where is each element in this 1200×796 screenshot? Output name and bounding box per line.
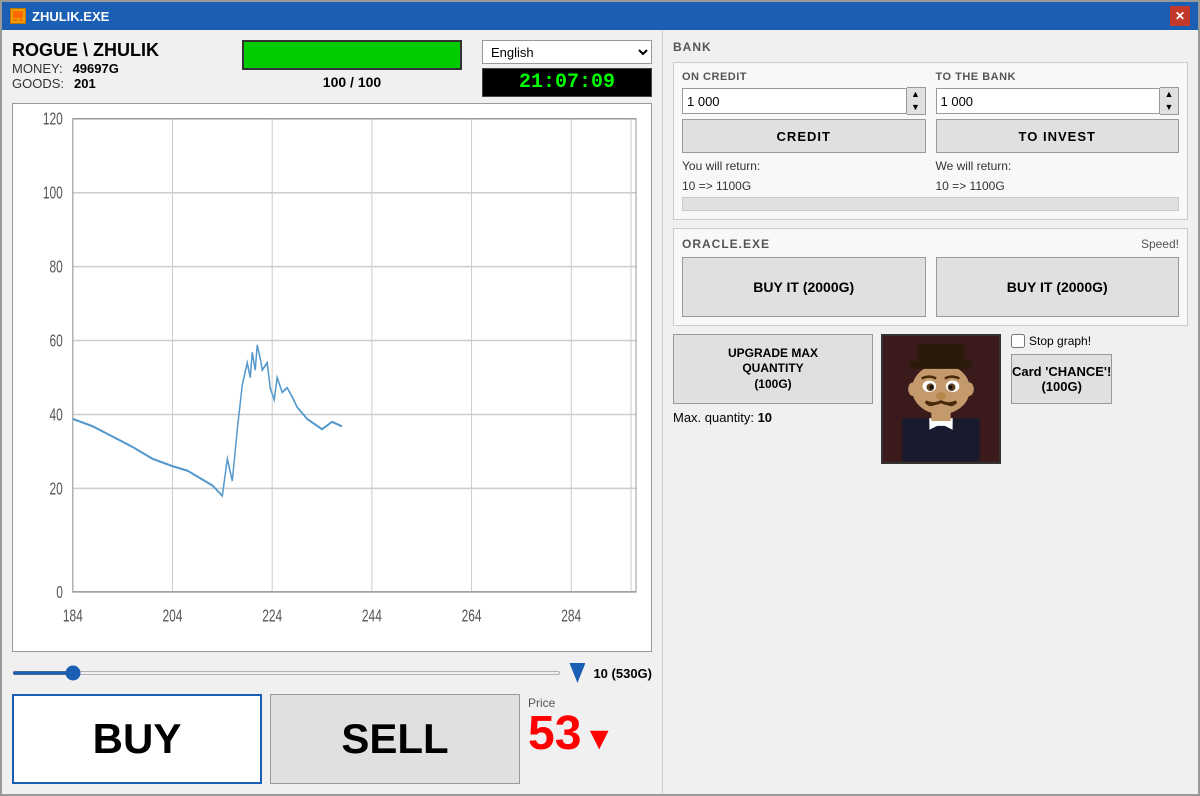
svg-text:80: 80 bbox=[50, 257, 63, 277]
health-bar-container bbox=[242, 40, 462, 70]
quantity-slider[interactable] bbox=[12, 671, 561, 675]
portrait-svg bbox=[883, 336, 999, 462]
slider-indicator bbox=[569, 663, 585, 683]
on-credit-input[interactable] bbox=[682, 88, 907, 114]
health-bar bbox=[244, 42, 460, 68]
header-row: ROGUE \ ZHULIK MONEY: 49697G GOODS: 201 … bbox=[12, 40, 652, 97]
merchant-portrait bbox=[881, 334, 1001, 464]
health-text: 100 / 100 bbox=[242, 74, 462, 90]
stop-graph-label: Stop graph! bbox=[1029, 334, 1091, 348]
chart-container: 120 100 80 60 40 20 0 184 204 224 244 26… bbox=[12, 103, 652, 652]
price-value: 53 bbox=[528, 710, 581, 758]
max-qty-label: Max. quantity: bbox=[673, 410, 754, 425]
credit-return-text: You will return: bbox=[682, 159, 926, 173]
invest-button[interactable]: TO INVEST bbox=[936, 119, 1180, 153]
svg-text:284: 284 bbox=[561, 606, 581, 626]
lang-timer-section: English Russian 21:07:09 bbox=[472, 40, 652, 97]
timer-display: 21:07:09 bbox=[482, 68, 652, 97]
svg-text:264: 264 bbox=[462, 606, 482, 626]
credit-button[interactable]: CREDIT bbox=[682, 119, 926, 153]
chance-button[interactable]: Card 'CHANCE'! (100G) bbox=[1011, 354, 1112, 404]
chance-label: Card 'CHANCE'! (100G) bbox=[1012, 364, 1111, 394]
speed-label: Speed! bbox=[1141, 237, 1179, 251]
slider-value: 10 (530G) bbox=[593, 666, 652, 681]
svg-text:224: 224 bbox=[262, 606, 282, 626]
invest-return-text: We will return: bbox=[936, 159, 1180, 173]
upgrade-button[interactable]: UPGRADE MAX QUANTITY (100G) bbox=[673, 334, 873, 404]
max-qty-value: 10 bbox=[758, 410, 772, 425]
bottom-left-col: UPGRADE MAX QUANTITY (100G) Max. quantit… bbox=[673, 334, 873, 425]
svg-text:204: 204 bbox=[163, 606, 183, 626]
to-bank-col: TO THE BANK ▲ ▼ TO INVEST We will return… bbox=[936, 71, 1180, 193]
portrait-area: Stop graph! Card 'CHANCE'! (100G) bbox=[881, 334, 1112, 464]
svg-text:0: 0 bbox=[56, 583, 63, 603]
oracle-label: ORACLE.EXE bbox=[682, 237, 770, 251]
player-name: ROGUE \ ZHULIK bbox=[12, 40, 232, 61]
goods-value: 201 bbox=[74, 76, 96, 91]
stop-graph-row: Stop graph! bbox=[1011, 334, 1112, 348]
on-credit-col: ON CREDIT ▲ ▼ CREDIT You will return: 10… bbox=[682, 71, 926, 193]
player-info: ROGUE \ ZHULIK MONEY: 49697G GOODS: 201 bbox=[12, 40, 232, 91]
upgrade-label: UPGRADE MAX QUANTITY (100G) bbox=[728, 346, 818, 391]
on-credit-down[interactable]: ▼ bbox=[907, 101, 925, 114]
bank-columns: ON CREDIT ▲ ▼ CREDIT You will return: 10… bbox=[682, 71, 1179, 193]
svg-text:60: 60 bbox=[50, 331, 63, 351]
svg-text:120: 120 bbox=[43, 109, 63, 129]
max-qty-display: Max. quantity: 10 bbox=[673, 410, 873, 425]
to-bank-spinner: ▲ ▼ bbox=[936, 87, 1180, 115]
right-panel: BANK ON CREDIT ▲ ▼ CREDIT bbox=[662, 30, 1198, 794]
to-bank-spinners: ▲ ▼ bbox=[1160, 87, 1179, 115]
invest-return-detail: 10 => 1100G bbox=[936, 179, 1180, 193]
to-bank-up[interactable]: ▲ bbox=[1160, 88, 1178, 101]
bank-label: BANK bbox=[673, 40, 1188, 54]
credit-return-detail: 10 => 1100G bbox=[682, 179, 926, 193]
bank-progress-bar bbox=[682, 197, 1179, 211]
health-section: 100 / 100 bbox=[242, 40, 462, 90]
oracle-buttons: BUY IT (2000G) BUY IT (2000G) bbox=[682, 257, 1179, 317]
svg-text:244: 244 bbox=[362, 606, 382, 626]
close-button[interactable]: ✕ bbox=[1170, 6, 1190, 26]
oracle-btn-1[interactable]: BUY IT (2000G) bbox=[682, 257, 926, 317]
svg-text:40: 40 bbox=[50, 405, 63, 425]
goods-label: GOODS: bbox=[12, 76, 64, 91]
svg-text:20: 20 bbox=[50, 479, 63, 499]
money-label: MONEY: bbox=[12, 61, 63, 76]
to-bank-down[interactable]: ▼ bbox=[1160, 101, 1178, 114]
main-window: ZHULIK.EXE ✕ ROGUE \ ZHULIK MONEY: 49697… bbox=[0, 0, 1200, 796]
sell-button[interactable]: SELL bbox=[270, 694, 520, 784]
bank-section: ON CREDIT ▲ ▼ CREDIT You will return: 10… bbox=[673, 62, 1188, 220]
buy-sell-row: BUY SELL Price 53 ▼ bbox=[12, 694, 652, 784]
stop-graph-checkbox[interactable] bbox=[1011, 334, 1025, 348]
language-select[interactable]: English Russian bbox=[482, 40, 652, 64]
slider-row: 10 (530G) bbox=[12, 658, 652, 688]
on-credit-spinner: ▲ ▼ bbox=[682, 87, 926, 115]
on-credit-spinners: ▲ ▼ bbox=[907, 87, 926, 115]
oracle-header: ORACLE.EXE Speed! bbox=[682, 237, 1179, 251]
titlebar: ZHULIK.EXE ✕ bbox=[2, 2, 1198, 30]
stop-and-chance: Stop graph! Card 'CHANCE'! (100G) bbox=[1011, 334, 1112, 404]
price-display: Price 53 ▼ bbox=[528, 694, 652, 784]
main-content: ROGUE \ ZHULIK MONEY: 49697G GOODS: 201 … bbox=[2, 30, 1198, 794]
to-bank-input[interactable] bbox=[936, 88, 1161, 114]
left-panel: ROGUE \ ZHULIK MONEY: 49697G GOODS: 201 … bbox=[2, 30, 662, 794]
oracle-section: ORACLE.EXE Speed! BUY IT (2000G) BUY IT … bbox=[673, 228, 1188, 326]
window-title: ZHULIK.EXE bbox=[32, 9, 109, 24]
price-chart: 120 100 80 60 40 20 0 184 204 224 244 26… bbox=[13, 104, 651, 651]
price-arrow: ▼ bbox=[583, 722, 615, 754]
oracle-btn-2[interactable]: BUY IT (2000G) bbox=[936, 257, 1180, 317]
to-bank-label: TO THE BANK bbox=[936, 71, 1180, 83]
on-credit-up[interactable]: ▲ bbox=[907, 88, 925, 101]
buy-button[interactable]: BUY bbox=[12, 694, 262, 784]
bottom-right-col: Stop graph! Card 'CHANCE'! (100G) bbox=[881, 334, 1188, 464]
money-value: 49697G bbox=[73, 61, 119, 76]
svg-text:100: 100 bbox=[43, 183, 63, 203]
bottom-right: UPGRADE MAX QUANTITY (100G) Max. quantit… bbox=[673, 334, 1188, 784]
app-icon bbox=[10, 8, 26, 24]
goods-stat: GOODS: 201 bbox=[12, 76, 232, 91]
svg-text:184: 184 bbox=[63, 606, 83, 626]
titlebar-left: ZHULIK.EXE bbox=[10, 8, 109, 24]
on-credit-label: ON CREDIT bbox=[682, 71, 926, 83]
money-stat: MONEY: 49697G bbox=[12, 61, 232, 76]
